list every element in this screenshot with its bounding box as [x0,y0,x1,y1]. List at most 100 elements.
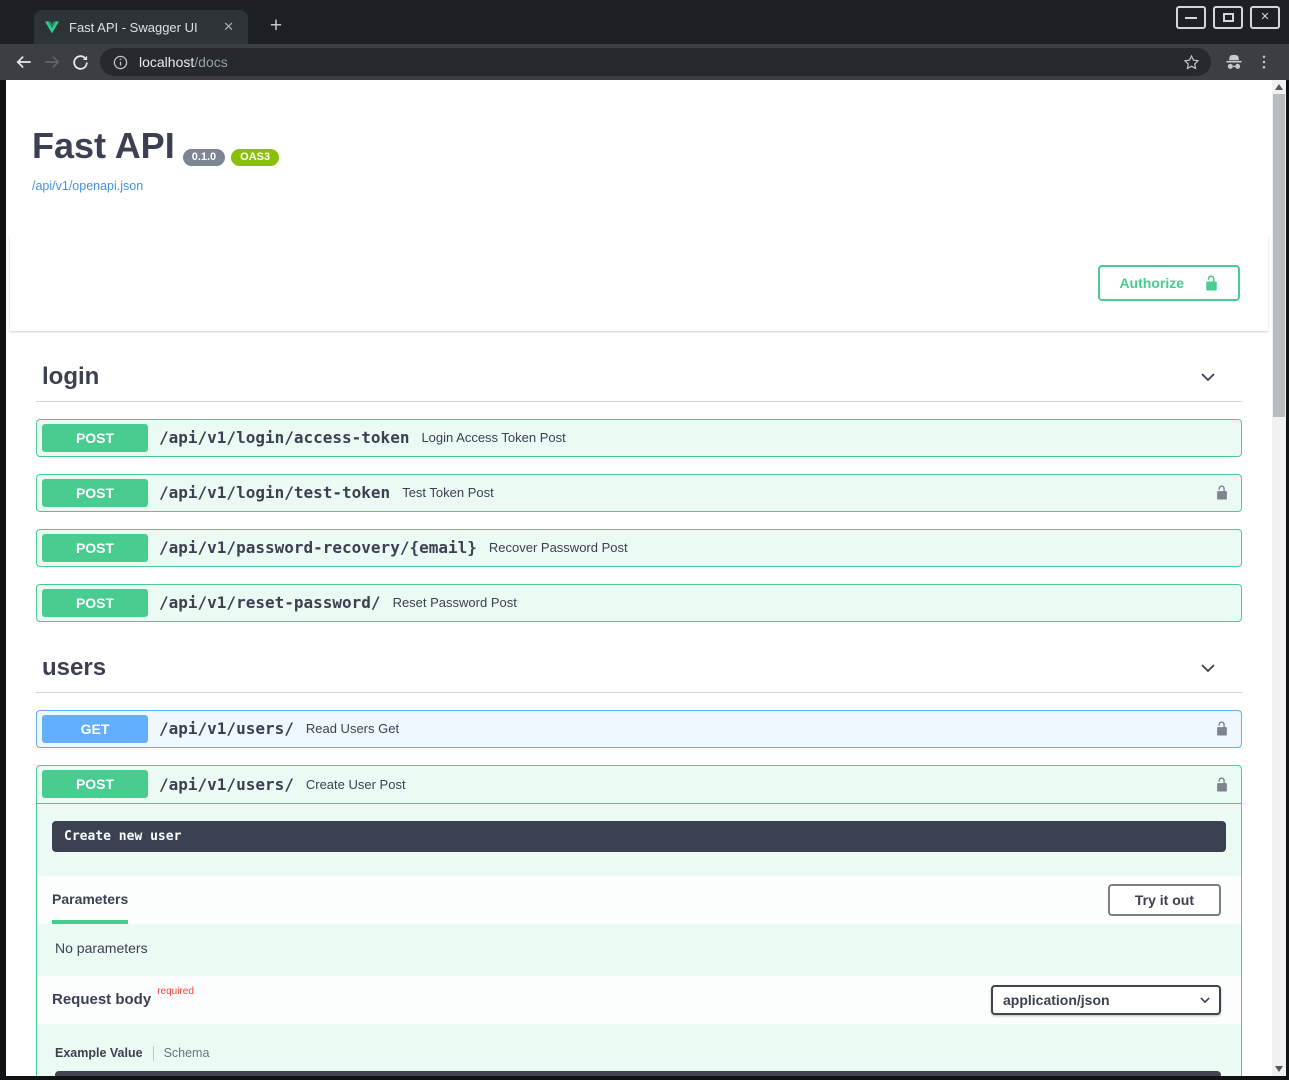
schema-tab[interactable]: Schema [164,1046,210,1060]
operation-row-login-access-token[interactable]: POST /api/v1/login/access-token Login Ac… [36,419,1242,457]
operation-path: /api/v1/reset-password/ [159,593,381,612]
method-badge: POST [42,479,148,507]
operation-summary: Read Users Get [306,721,399,736]
oas3-badge: OAS3 [231,149,279,166]
maximize-icon [1223,13,1234,22]
operation-summary: Recover Password Post [489,540,628,555]
url-host: localhost [139,54,194,70]
method-badge: POST [42,770,148,798]
reload-icon [71,53,90,72]
vue-favicon-icon [44,19,60,35]
chevron-down-icon[interactable] [1198,658,1218,678]
request-body-header: Request body required application/json [37,976,1241,1024]
method-badge: POST [42,589,148,617]
required-label: required [157,986,194,997]
try-it-out-button[interactable]: Try it out [1108,884,1221,916]
chevron-down-icon[interactable] [1198,367,1218,387]
browser-menu-button[interactable] [1249,48,1279,76]
method-badge: POST [42,424,148,452]
request-body-label-group: Request body required [52,991,194,1008]
auth-lock-button[interactable] [1215,484,1229,501]
authorize-button[interactable]: Authorize [1098,265,1240,301]
api-title-text: Fast API [32,125,175,166]
method-badge: POST [42,534,148,562]
auth-lock-button[interactable] [1215,720,1229,737]
operation-summary: Test Token Post [402,485,494,500]
no-parameters-text: No parameters [37,924,1241,976]
titlebar: Fast API - Swagger UI ✕ + ✕ [0,0,1289,44]
content-type-select[interactable]: application/json [991,985,1221,1015]
swagger-page: Fast API 0.1.0 OAS3 /api/v1/openapi.json A… [6,80,1272,1076]
method-badge: GET [42,715,148,743]
operation-summary: Login Access Token Post [421,430,565,445]
browser-tab[interactable]: Fast API - Swagger UI ✕ [34,10,248,44]
close-button[interactable]: ✕ [1250,6,1280,29]
parameters-tab[interactable]: Parameters [52,876,128,924]
operation-path: /api/v1/users/ [159,719,294,738]
forward-button[interactable] [38,48,66,76]
scrollbar-thumb[interactable] [1273,94,1285,417]
incognito-indicator-icon [1219,48,1249,76]
operation-description: Create new user [52,821,1226,852]
operation-row-read-users[interactable]: GET /api/v1/users/ Read Users Get [36,710,1242,748]
minimize-button[interactable] [1176,6,1206,29]
scrollbar-up-arrow[interactable] [1275,84,1283,90]
unlocked-padlock-icon [1215,484,1229,501]
example-value-tab[interactable]: Example Value [55,1046,143,1060]
parameters-header: Parameters Try it out [37,876,1241,924]
auth-lock-button[interactable] [1215,776,1229,793]
unlocked-padlock-icon [1204,274,1219,292]
operation-path: /api/v1/login/test-token [159,483,390,502]
scheme-container: Authorize [10,235,1268,331]
tab-close-icon[interactable]: ✕ [219,17,238,37]
operations-wrapper: login POST /api/v1/login/access-token Lo… [6,357,1272,1076]
section-header-login[interactable]: login [36,357,1242,402]
operation-row-reset-password[interactable]: POST /api/v1/reset-password/ Reset Passw… [36,584,1242,622]
section-title: users [42,654,106,682]
unlocked-padlock-icon [1215,720,1229,737]
api-badges: 0.1.0 OAS3 [183,128,279,168]
authorize-label: Authorize [1119,275,1184,291]
bookmark-star-icon[interactable] [1182,53,1201,72]
browser-window: Fast API - Swagger UI ✕ + ✕ localhost/do… [0,0,1289,1080]
back-button[interactable] [10,48,38,76]
page-scrollbar[interactable] [1272,80,1286,1076]
api-info: Fast API 0.1.0 OAS3 /api/v1/openapi.json [6,80,1272,213]
minimize-icon [1185,17,1197,19]
section-header-users[interactable]: users [36,648,1242,693]
reload-button[interactable] [66,48,94,76]
scrollbar-down-arrow[interactable] [1275,1066,1283,1072]
maximize-button[interactable] [1213,6,1243,29]
model-example-section: Example Value Schema { [37,1024,1241,1076]
section-title: login [42,363,99,391]
back-icon [14,52,34,72]
window-controls: ✕ [1176,6,1280,29]
openapi-spec-link[interactable]: /api/v1/openapi.json [32,179,143,193]
operation-path: /api/v1/login/access-token [159,428,409,447]
new-tab-button[interactable]: + [262,12,290,40]
operation-summary: Reset Password Post [393,595,517,610]
operation-expanded-create-user: POST /api/v1/users/ Create User Post Cre… [36,765,1242,1076]
page-title: Fast API 0.1.0 OAS3 [32,126,1252,168]
browser-content: Fast API 0.1.0 OAS3 /api/v1/openapi.json A… [0,80,1289,1080]
operation-path: /api/v1/users/ [159,775,294,794]
operation-summary: Create User Post [306,777,406,792]
operation-row-login-test-token[interactable]: POST /api/v1/login/test-token Test Token… [36,474,1242,512]
auth-wrapper: Authorize [10,265,1268,301]
operation-row-password-recovery[interactable]: POST /api/v1/password-recovery/{email} R… [36,529,1242,567]
browser-toolbar: localhost/docs [0,44,1289,80]
forward-icon [42,52,62,72]
request-body-label: Request body [52,991,151,1008]
example-tabs: Example Value Schema [55,1046,1221,1061]
operation-summary-row[interactable]: POST /api/v1/users/ Create User Post [37,766,1241,804]
three-dots-icon [1255,53,1273,71]
content-type-select-wrap: application/json [991,985,1221,1015]
tab-divider [153,1046,154,1061]
operation-path: /api/v1/password-recovery/{email} [159,538,477,557]
tab-title: Fast API - Swagger UI [69,20,219,35]
site-info-icon[interactable] [112,54,129,71]
version-badge: 0.1.0 [183,149,225,166]
url-path: /docs [194,54,227,70]
example-code-block[interactable]: { [55,1071,1221,1076]
address-bar[interactable]: localhost/docs [100,48,1211,76]
